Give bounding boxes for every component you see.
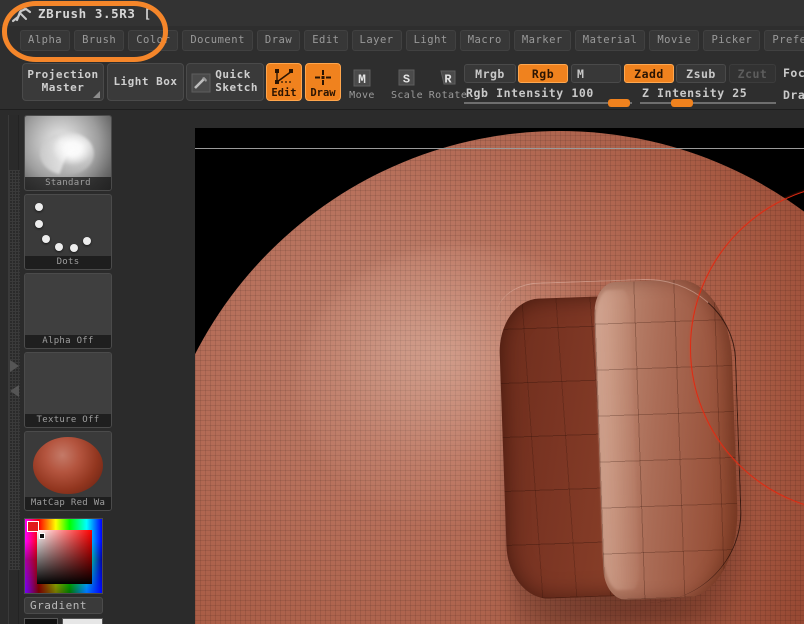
menu-item-preferences[interactable]: Preferences (764, 29, 804, 51)
quick-sketch-labels: Quick Sketch (215, 69, 258, 94)
title-bar: ZBrush 3.5R3 [ (0, 0, 804, 26)
dropdown-triangle-icon (93, 91, 100, 98)
projection-master-button[interactable]: Projection Master (22, 63, 104, 101)
draw-size-label[interactable]: Dra (783, 88, 804, 102)
menu-item-layer[interactable]: Layer (351, 29, 402, 51)
window-title: ZBrush 3.5R3 [ (38, 5, 152, 21)
rgb-intensity-label: Rgb Intensity 100 (466, 86, 594, 100)
saturation-value-field[interactable] (37, 530, 92, 584)
material-slot[interactable]: MatCap Red Wa (24, 431, 112, 511)
letter-s-icon: S (398, 69, 415, 87)
menu-item-draw[interactable]: Draw (256, 29, 301, 51)
draw-mode-button[interactable]: Draw (305, 63, 341, 101)
menu-item-movie[interactable]: Movie (649, 29, 700, 51)
z-intensity-slider[interactable]: Z Intensity 25 (640, 86, 776, 107)
triangle-right-icon[interactable] (10, 360, 19, 372)
move-mode-button[interactable]: M Move (345, 65, 379, 101)
stroke-slot-caption: Dots (25, 256, 111, 269)
edit-mode-button[interactable]: Edit (266, 63, 302, 101)
menu-item-color[interactable]: Color (128, 29, 179, 51)
rgb-intensity-knob[interactable] (608, 99, 630, 107)
gradient-button[interactable]: Gradient (24, 597, 103, 614)
m-toggle[interactable]: M (571, 64, 621, 83)
svg-text:R: R (444, 73, 452, 87)
draw-mode-label: Draw (310, 87, 336, 99)
z-intensity-label: Z Intensity 25 (642, 86, 748, 100)
main-toolbar: Projection Master Light Box Quick Sketch (0, 54, 804, 110)
menu-item-picker[interactable]: Picker (703, 29, 761, 51)
color-picker[interactable] (24, 518, 103, 594)
secondary-color-swatch-dark[interactable] (24, 618, 58, 624)
quick-sketch-button[interactable]: Quick Sketch (186, 63, 264, 101)
current-color-swatch[interactable] (27, 521, 39, 532)
rgb-intensity-track (464, 102, 632, 104)
zbrush-application-window: ZBrush 3.5R3 [ Alpha Brush Color Documen… (0, 0, 804, 624)
rotate-mode-label: Rotate (428, 90, 468, 101)
alpha-slot[interactable]: Alpha Off (24, 273, 112, 349)
material-slot-caption: MatCap Red Wa (25, 497, 111, 510)
transform-polygon-icon (275, 69, 293, 84)
quick-sketch-label-line2: Sketch (215, 81, 258, 94)
canvas-top-divider (195, 148, 804, 149)
rgb-intensity-slider[interactable]: Rgb Intensity 100 (464, 86, 632, 107)
secondary-color-swatch-light[interactable] (62, 618, 103, 624)
letter-m-icon: M (353, 69, 371, 87)
rotate-mode-button[interactable]: R Rotate (428, 65, 468, 101)
zadd-toggle[interactable]: Zadd (624, 64, 674, 83)
zsub-toggle[interactable]: Zsub (676, 64, 726, 83)
scale-mode-label: Scale (390, 90, 424, 101)
alpha-slot-caption: Alpha Off (25, 335, 111, 348)
menu-item-macro[interactable]: Macro (459, 29, 510, 51)
crosshair-icon (315, 70, 331, 85)
zcut-toggle[interactable]: Zcut (729, 64, 776, 83)
menu-item-alpha[interactable]: Alpha (20, 29, 71, 51)
focal-shift-label[interactable]: Foc (783, 66, 804, 80)
brush-slot-caption: Standard (25, 177, 111, 190)
left-tray-handle[interactable] (8, 115, 20, 624)
move-mode-label: Move (349, 90, 375, 101)
menu-bar: Alpha Brush Color Document Draw Edit Lay… (0, 26, 804, 54)
menu-item-light[interactable]: Light (405, 29, 456, 51)
brush-slot[interactable]: Standard (24, 115, 112, 191)
letter-r-icon: R (440, 70, 456, 87)
menu-item-brush[interactable]: Brush (74, 29, 125, 51)
menu-item-material[interactable]: Material (574, 29, 646, 51)
zbrush-running-figure-icon (11, 3, 32, 23)
pencil-sketch-icon (191, 73, 211, 93)
color-cursor-marker (39, 533, 45, 539)
triangle-left-icon[interactable] (10, 385, 19, 397)
stroke-slot[interactable]: Dots (24, 194, 112, 270)
sculpt-canvas[interactable] (195, 128, 804, 624)
scale-mode-button[interactable]: S Scale (389, 65, 425, 101)
light-box-button[interactable]: Light Box (107, 63, 184, 101)
z-intensity-track (640, 102, 776, 104)
mrgb-toggle[interactable]: Mrgb (464, 64, 516, 83)
svg-text:S: S (403, 73, 410, 87)
menu-item-marker[interactable]: Marker (513, 29, 571, 51)
z-intensity-knob[interactable] (671, 99, 693, 107)
menu-item-document[interactable]: Document (182, 29, 253, 51)
menu-item-edit[interactable]: Edit (304, 29, 348, 51)
texture-slot-caption: Texture Off (25, 414, 111, 427)
projection-master-label-line2: Master (41, 81, 85, 94)
rgb-toggle[interactable]: Rgb (518, 64, 568, 83)
edit-mode-label: Edit (271, 87, 297, 99)
texture-slot[interactable]: Texture Off (24, 352, 112, 428)
svg-text:M: M (358, 72, 366, 87)
